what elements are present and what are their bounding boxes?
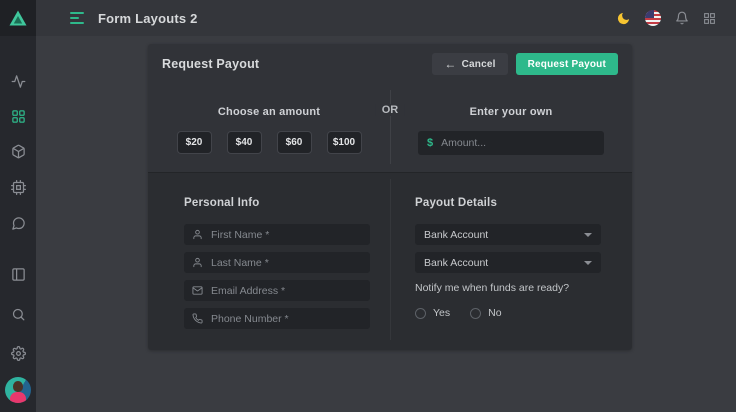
language-us-flag-icon[interactable] [645, 10, 661, 26]
notify-question: Notify me when funds are ready? [415, 282, 632, 294]
amount-preset-60[interactable]: $60 [277, 131, 312, 154]
or-label: OR [376, 104, 405, 116]
theme-moon-icon[interactable] [616, 11, 631, 26]
phone-field-wrap [184, 308, 370, 329]
amount-preset-40[interactable]: $40 [227, 131, 262, 154]
or-divider [390, 90, 391, 164]
cube-icon [11, 144, 26, 159]
dollar-icon: $ [427, 137, 433, 149]
chat-icon [11, 216, 26, 231]
choose-amount-group: Choose an amount $20 $40 $60 $100 [148, 84, 390, 172]
apps-grid-icon[interactable] [703, 12, 716, 25]
arrow-left-icon: ← [444, 58, 456, 70]
email-field-wrap [184, 280, 370, 301]
mail-icon [192, 285, 203, 296]
custom-amount-input[interactable] [441, 137, 595, 149]
column-divider [390, 179, 391, 340]
payout-details-column: Payout Details Bank Account Bank Account… [390, 173, 632, 350]
sidebar-item-activity[interactable] [0, 69, 36, 93]
gear-icon [11, 346, 26, 361]
card-title: Request Payout [162, 57, 259, 71]
grid-icon [11, 109, 26, 124]
avatar-figure [13, 381, 23, 392]
logo-triangle-icon [9, 10, 27, 26]
menu-toggle-icon[interactable] [70, 12, 84, 24]
personal-info-heading: Personal Info [184, 197, 390, 209]
request-payout-button[interactable]: Request Payout [516, 53, 618, 75]
phone-icon [192, 313, 203, 324]
payout-details-heading: Payout Details [415, 197, 632, 209]
notifications-bell-icon[interactable] [675, 11, 689, 25]
card-header: Request Payout ← Cancel Request Payout [148, 44, 632, 84]
cpu-icon [11, 180, 26, 195]
notify-radio-group: Yes No [415, 307, 632, 319]
enter-your-own-label: Enter your own [470, 106, 553, 118]
sidebar-item-layouts[interactable] [0, 104, 36, 128]
amount-preset-100[interactable]: $100 [327, 131, 362, 154]
bank-account-select-2[interactable]: Bank Account [415, 252, 601, 273]
person-icon [192, 257, 203, 268]
sidebar-item-hardware[interactable] [0, 175, 36, 199]
search-icon [11, 307, 26, 322]
request-payout-card: Request Payout ← Cancel Request Payout C… [148, 44, 632, 350]
user-avatar[interactable] [5, 377, 31, 403]
sidebar-item-messages[interactable] [0, 211, 36, 235]
radio-option-no[interactable]: No [470, 307, 501, 319]
choose-amount-label: Choose an amount [218, 106, 320, 118]
sidebar-item-components[interactable] [0, 139, 36, 163]
card-body: Personal Info [148, 172, 632, 350]
person-icon [192, 229, 203, 240]
first-name-input[interactable] [211, 229, 362, 241]
chevron-down-icon [584, 233, 592, 237]
layout-icon [11, 267, 26, 282]
last-name-field-wrap [184, 252, 370, 273]
phone-input[interactable] [211, 313, 362, 325]
last-name-input[interactable] [211, 257, 362, 269]
radio-circle-icon [470, 308, 481, 319]
sidebar-item-search[interactable] [0, 302, 36, 326]
radio-circle-icon [415, 308, 426, 319]
amount-preset-20[interactable]: $20 [177, 131, 212, 154]
enter-your-own-group: Enter your own $ [390, 84, 632, 172]
topbar-actions [616, 10, 716, 26]
app-logo[interactable] [0, 0, 36, 36]
topbar: Form Layouts 2 [36, 0, 736, 36]
bank-account-select-1[interactable]: Bank Account [415, 224, 601, 245]
cancel-button[interactable]: ← Cancel [432, 53, 507, 75]
activity-icon [11, 74, 26, 89]
page-title: Form Layouts 2 [98, 11, 198, 26]
sidebar-item-settings[interactable] [0, 341, 36, 365]
sidebar [0, 36, 36, 412]
chevron-down-icon [584, 261, 592, 265]
personal-info-column: Personal Info [148, 173, 390, 350]
email-input[interactable] [211, 285, 362, 297]
sidebar-item-layout-toggle[interactable] [0, 262, 36, 286]
first-name-field-wrap [184, 224, 370, 245]
radio-option-yes[interactable]: Yes [415, 307, 450, 319]
amount-section: Choose an amount $20 $40 $60 $100 OR Ent… [148, 84, 632, 172]
